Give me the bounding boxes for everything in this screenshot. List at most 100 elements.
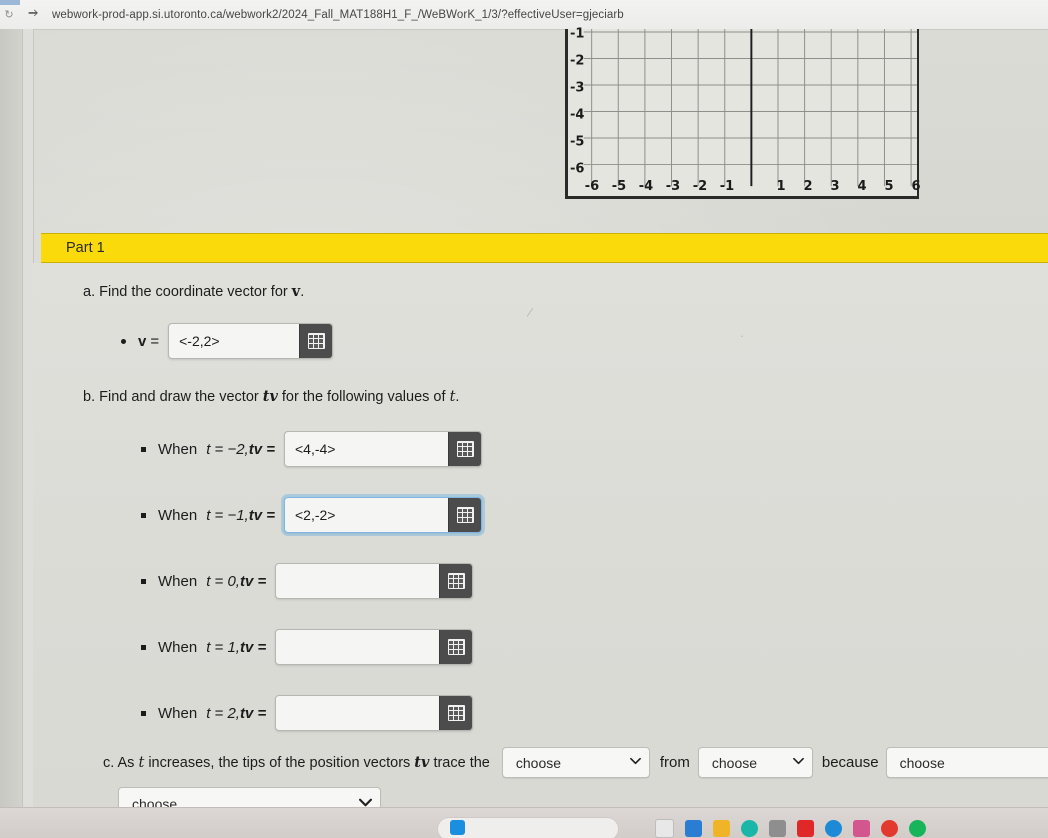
math-keypad-button-t-neg1[interactable]: [448, 498, 481, 532]
answer-field-t-2[interactable]: [275, 695, 474, 731]
gift-icon[interactable]: [853, 820, 870, 837]
graph-y-axis-labels: -1 -2 -3 -4 -5 -6: [568, 26, 592, 196]
question-a-prefix: a. Find the coordinate vector for: [83, 284, 292, 300]
folder-icon[interactable]: [713, 820, 730, 837]
browser-toolbar: ↻ webwork-prod-app.si.utoronto.ca/webwor…: [0, 0, 1048, 30]
x-tick--3: -3: [665, 179, 681, 194]
keypad-icon: [447, 705, 465, 721]
y-tick--4: -4: [570, 107, 585, 123]
answer-field-t-0[interactable]: [275, 563, 474, 599]
x-tick-5: 5: [884, 179, 894, 194]
answer-input-v[interactable]: [169, 324, 300, 358]
reload-icon[interactable]: ↻: [0, 8, 18, 21]
x-tick-2: 2: [803, 179, 813, 194]
keypad-icon: [307, 333, 325, 349]
widgets-icon[interactable]: [685, 820, 702, 837]
row-tv-expr-4: tv =: [239, 704, 267, 722]
bullet-icon: [121, 338, 126, 344]
math-keypad-button-v[interactable]: [299, 324, 333, 358]
drop-icon[interactable]: [797, 820, 814, 837]
answer-row-t-0: When t = 0, tv =: [141, 563, 474, 599]
select-trace-from[interactable]: choose: [697, 747, 813, 778]
row-tv-expr-0: tv =: [248, 440, 275, 458]
answer-input-t-2[interactable]: [276, 696, 440, 730]
select-because-reason-value: choose: [899, 754, 945, 771]
word-from: from: [659, 754, 690, 771]
taskbar-app-icons: [655, 819, 937, 838]
address-bar-url[interactable]: webwork-prod-app.si.utoronto.ca/webwork2…: [52, 9, 624, 21]
x-tick--1: -1: [719, 179, 735, 194]
question-c-var-tv: tv: [414, 754, 430, 771]
tab-swap-icon[interactable]: [22, 5, 44, 25]
y-tick--3: -3: [570, 80, 585, 96]
math-keypad-button-t-1[interactable]: [439, 630, 473, 664]
x-tick--2: -2: [692, 179, 708, 194]
math-keypad-button-t-2[interactable]: [439, 696, 473, 730]
answer-row-t-neg1: When t = −1, tv =: [141, 497, 482, 533]
select-because-reason[interactable]: choose: [885, 747, 1048, 778]
question-c-text-1: c. As: [103, 755, 139, 771]
taskbar-left-icons: [450, 820, 472, 835]
keypad-icon: [447, 639, 465, 655]
chrome-icon[interactable]: [741, 820, 758, 837]
row-tv-expr-3: tv =: [239, 638, 267, 656]
y-tick--6: -6: [570, 161, 585, 177]
x-tick--5: -5: [611, 179, 627, 194]
question-a-suffix: .: [300, 284, 305, 300]
row-tv-expr-1: tv =: [248, 506, 275, 524]
row-t-expr-2: t = 0,: [206, 572, 240, 590]
label-equals: =: [150, 332, 160, 350]
row-when-label-2: When: [158, 572, 198, 590]
answer-input-t-neg2[interactable]: [285, 432, 448, 466]
x-tick-1: 1: [776, 179, 786, 194]
window-left-edge: [0, 29, 22, 838]
question-b-prefix: b. Find and draw the vector: [83, 389, 263, 405]
x-tick-3: 3: [830, 179, 840, 194]
spotify-icon[interactable]: [909, 820, 926, 837]
x-tick-4: 4: [857, 179, 867, 194]
question-b-tv: tv: [262, 388, 278, 405]
answer-input-t-0[interactable]: [276, 564, 440, 598]
math-keypad-button-t-0[interactable]: [439, 564, 473, 598]
tab-strip-edge: [0, 0, 20, 5]
graph-gridlines: [568, 29, 917, 196]
explorer-icon[interactable]: [655, 819, 674, 838]
question-a-vector-v: v: [291, 283, 301, 300]
select-trace-shape-value: choose: [515, 754, 562, 771]
select-trace-shape[interactable]: choose: [501, 747, 650, 778]
answer-field-t-neg2[interactable]: [284, 431, 482, 467]
math-keypad-button-t-neg2[interactable]: [448, 432, 481, 466]
bullet-icon: [141, 578, 146, 584]
row-when-label-4: When: [158, 704, 198, 722]
question-b-mid: for the following values of: [277, 389, 450, 405]
answer-input-t-1[interactable]: [276, 630, 440, 664]
question-c-line: c. As t increases, the tips of the posit…: [103, 747, 1048, 778]
y-tick--1: -1: [570, 26, 585, 42]
answer-row-t-2: When t = 2, tv =: [141, 695, 474, 731]
question-b-suffix: .: [455, 389, 460, 405]
answer-row-t-neg2: When t = −2, tv =: [141, 431, 482, 467]
keypad-icon: [447, 573, 465, 589]
bullet-icon: [141, 446, 146, 452]
answer-input-t-neg1[interactable]: [285, 498, 448, 532]
row-tv-expr-2: tv =: [239, 572, 267, 590]
x-tick--6: -6: [584, 179, 600, 194]
chevron-down-icon: [629, 757, 641, 768]
edit-icon[interactable]: [825, 820, 842, 837]
coordinate-graph[interactable]: -1 -2 -3 -4 -5 -6 -6 -5 -4 -3 -2 -1 1 2 …: [565, 26, 921, 199]
opera-icon[interactable]: [881, 820, 898, 837]
windows-taskbar: [0, 807, 1048, 838]
select-trace-from-value: choose: [711, 754, 758, 771]
answer-field-t-1[interactable]: [275, 629, 474, 665]
row-when-label-1: When: [158, 506, 198, 524]
store-icon[interactable]: [769, 820, 786, 837]
answer-row-t-1: When t = 1, tv =: [141, 629, 474, 665]
answer-field-v[interactable]: [168, 323, 334, 359]
answer-field-t-neg1[interactable]: [284, 497, 482, 533]
row-when-label-3: When: [158, 638, 198, 656]
start-icon[interactable]: [450, 820, 465, 835]
bullet-icon: [141, 644, 146, 650]
y-tick--2: -2: [570, 53, 585, 69]
screen-photo: ↻ webwork-prod-app.si.utoronto.ca/webwor…: [0, 0, 1048, 838]
bullet-icon: [141, 710, 146, 716]
